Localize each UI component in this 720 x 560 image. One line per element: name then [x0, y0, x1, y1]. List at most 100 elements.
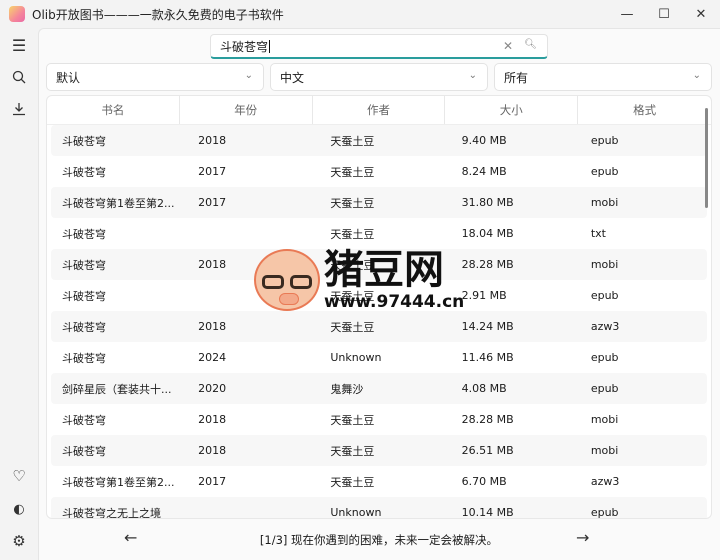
table-cell: 斗破苍穹之无上之境: [62, 506, 161, 519]
search-value[interactable]: 斗破苍穹: [220, 38, 268, 55]
table-cell: 剑碎星辰（套装共十...: [62, 382, 172, 396]
table-row[interactable]: 斗破苍穹 2018 天蚕土豆 9.40 MB epub: [51, 125, 707, 156]
table-cell: 斗破苍穹: [62, 413, 106, 427]
column-header[interactable]: 作者: [313, 96, 446, 124]
table-row[interactable]: 斗破苍穹 2018 天蚕土豆 28.28 MB mobi: [51, 249, 707, 280]
language-dropdown[interactable]: 中文 ⌄: [270, 63, 488, 91]
table-cell: 10.14 MB: [461, 506, 514, 519]
column-header[interactable]: 年份: [180, 96, 313, 124]
format-selected: 所有: [504, 70, 529, 85]
table-cell: mobi: [590, 196, 619, 209]
next-page-arrow-icon[interactable]: →: [576, 528, 589, 547]
table-cell: 2024: [198, 351, 227, 364]
sort-selected: 默认: [56, 70, 81, 85]
table-row[interactable]: 斗破苍穹 2024 Unknown 11.46 MB epub: [51, 342, 707, 373]
page-status-text: [1/3] 现在你遇到的困难，未来一定会被解决。: [259, 533, 499, 547]
minimize-button[interactable]: —: [610, 0, 644, 28]
table-cell: 斗破苍穹第1卷至第2...: [62, 196, 175, 210]
chevron-down-icon: ⌄: [244, 70, 253, 81]
table-cell: 鬼舞沙: [330, 382, 364, 396]
table-cell: 11.46 MB: [461, 351, 514, 364]
table-cell: 31.80 MB: [461, 196, 514, 209]
table-cell: epub: [590, 289, 619, 302]
table-cell: 天蚕土豆: [330, 227, 375, 241]
prev-page-arrow-icon[interactable]: ←: [124, 528, 137, 547]
table-cell: 8.24 MB: [461, 165, 507, 178]
maximize-button[interactable]: ☐: [647, 0, 681, 28]
table-cell: epub: [590, 351, 619, 364]
table-cell: 2017: [198, 475, 227, 488]
settings-icon[interactable]: ⚙: [6, 528, 32, 554]
column-header[interactable]: 格式: [578, 96, 711, 124]
table-row[interactable]: 斗破苍穹 2018 天蚕土豆 26.51 MB mobi: [51, 435, 707, 466]
table-cell: 6.70 MB: [461, 475, 507, 488]
table-cell: 天蚕土豆: [330, 289, 375, 303]
table-cell: 2017: [198, 165, 227, 178]
table-cell: epub: [590, 382, 619, 395]
table-cell: 天蚕土豆: [330, 475, 375, 489]
table-cell: 天蚕土豆: [330, 165, 375, 179]
table-cell: epub: [590, 165, 619, 178]
favorite-icon[interactable]: ♡: [6, 463, 32, 489]
search-input[interactable]: 斗破苍穹 ✕ 🔍︎: [210, 34, 548, 59]
theme-toggle-icon[interactable]: ◐: [6, 496, 32, 522]
table-cell: 2017: [198, 196, 227, 209]
table-header: 书名 年份 作者 大小 格式: [47, 96, 711, 125]
table-cell: 2018: [198, 258, 227, 271]
table-row[interactable]: 斗破苍穹 2017 天蚕土豆 8.24 MB epub: [51, 156, 707, 187]
table-body: 斗破苍穹 2018 天蚕土豆 9.40 MB epub 斗破苍穹 2017 天蚕土豆 8.24 …: [47, 125, 711, 519]
table-cell: 18.04 MB: [461, 227, 514, 240]
table-cell: azw3: [590, 475, 620, 488]
table-cell: 斗破苍穹: [62, 289, 106, 303]
table-cell: 28.28 MB: [461, 413, 514, 426]
close-window-button[interactable]: ✕: [684, 0, 718, 28]
search-icon[interactable]: 🔍︎: [524, 39, 537, 50]
table-cell: 斗破苍穹: [62, 165, 106, 179]
table-row[interactable]: 斗破苍穹第1卷至第2... 2017 天蚕土豆 6.70 MB azw3: [51, 466, 707, 497]
table-cell: 2018: [198, 134, 227, 147]
table-row[interactable]: 斗破苍穹 天蚕土豆 2.91 MB epub: [51, 280, 707, 311]
clear-search-icon[interactable]: ✕: [503, 39, 513, 53]
table-cell: azw3: [590, 320, 620, 333]
table-row[interactable]: 斗破苍穹 2018 天蚕土豆 28.28 MB mobi: [51, 404, 707, 435]
scrollbar[interactable]: [705, 108, 708, 208]
table-cell: 天蚕土豆: [330, 444, 375, 458]
table-cell: 斗破苍穹: [62, 227, 106, 241]
table-row[interactable]: 剑碎星辰（套装共十... 2020 鬼舞沙 4.08 MB epub: [51, 373, 707, 404]
column-header[interactable]: 大小: [445, 96, 579, 124]
download-icon[interactable]: [6, 96, 32, 122]
sort-dropdown[interactable]: 默认 ⌄: [46, 63, 264, 91]
window-title: Olib开放图书———一款永久免费的电子书软件: [32, 7, 284, 22]
table-cell: txt: [590, 227, 606, 240]
table-cell: Unknown: [330, 351, 382, 364]
table-cell: 天蚕土豆: [330, 320, 375, 334]
column-header[interactable]: 书名: [47, 96, 180, 124]
table-cell: 斗破苍穹: [62, 444, 106, 458]
results-table: 书名 年份 作者 大小 格式 斗破苍穹 2018 天蚕土豆 9.40 MB epub 斗破苍穹 20…: [46, 95, 712, 519]
table-cell: 2.91 MB: [461, 289, 507, 302]
table-cell: 4.08 MB: [461, 382, 507, 395]
app-logo-icon: [9, 6, 25, 22]
search-nav-icon[interactable]: [6, 64, 32, 90]
table-row[interactable]: 斗破苍穹 天蚕土豆 18.04 MB txt: [51, 218, 707, 249]
table-row[interactable]: 斗破苍穹之无上之境 Unknown 10.14 MB epub: [51, 497, 707, 519]
chevron-down-icon: ⌄: [468, 70, 477, 81]
table-cell: 2018: [198, 413, 227, 426]
table-cell: 天蚕土豆: [330, 134, 375, 148]
table-cell: 28.28 MB: [461, 258, 514, 271]
menu-icon[interactable]: ☰: [6, 32, 32, 58]
table-cell: 天蚕土豆: [330, 258, 375, 272]
table-cell: 14.24 MB: [461, 320, 514, 333]
table-cell: mobi: [590, 413, 619, 426]
language-selected: 中文: [280, 70, 305, 85]
format-dropdown[interactable]: 所有 ⌄: [494, 63, 712, 91]
table-cell: mobi: [590, 258, 619, 271]
table-cell: 2018: [198, 444, 227, 457]
table-cell: Unknown: [330, 506, 382, 519]
table-row[interactable]: 斗破苍穹 2018 天蚕土豆 14.24 MB azw3: [51, 311, 707, 342]
table-cell: 2020: [198, 382, 227, 395]
table-row[interactable]: 斗破苍穹第1卷至第2... 2017 天蚕土豆 31.80 MB mobi: [51, 187, 707, 218]
table-cell: 斗破苍穹第1卷至第2...: [62, 475, 175, 489]
table-cell: 26.51 MB: [461, 444, 514, 457]
table-cell: 斗破苍穹: [62, 351, 106, 365]
